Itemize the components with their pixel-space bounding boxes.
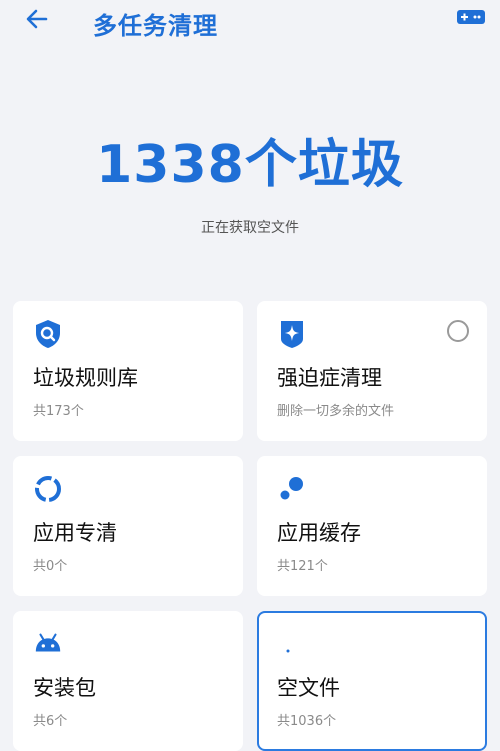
card-app-clean[interactable]: 应用专清 共0个	[13, 456, 243, 596]
ring-progress-icon	[33, 474, 63, 504]
card-ocd-clean[interactable]: 强迫症清理 删除一切多余的文件	[257, 301, 487, 441]
card-junk-rules[interactable]: 垃圾规则库 共173个	[13, 301, 243, 441]
back-arrow-icon	[26, 9, 48, 29]
junk-summary: 1338个垃圾 正在获取空文件	[0, 130, 500, 238]
card-subtitle: 删除一切多余的文件	[277, 404, 395, 419]
card-title: 应用专清	[33, 521, 117, 545]
back-button[interactable]	[20, 2, 54, 36]
dot-icon	[277, 629, 307, 659]
card-title: 安装包	[33, 676, 96, 700]
shield-search-icon	[33, 319, 63, 349]
card-title: 空文件	[277, 676, 340, 700]
card-subtitle: 共6个	[33, 714, 68, 729]
select-radio[interactable]	[447, 320, 469, 342]
android-icon	[33, 629, 63, 659]
card-title: 垃圾规则库	[33, 366, 138, 390]
card-subtitle: 共173个	[33, 404, 84, 419]
sparkle-shield-icon	[277, 319, 307, 349]
card-subtitle: 共0个	[33, 559, 68, 574]
app-header: 多任务清理	[0, 0, 500, 48]
card-title: 应用缓存	[277, 521, 361, 545]
page-title: 多任务清理	[93, 12, 218, 40]
card-install-packages[interactable]: 安装包 共6个	[13, 611, 243, 751]
card-subtitle: 共121个	[277, 559, 328, 574]
card-subtitle: 共1036个	[277, 714, 337, 729]
game-controller-icon	[457, 10, 485, 24]
game-mode-button[interactable]	[456, 6, 486, 28]
card-empty-files[interactable]: 空文件 共1036个	[257, 611, 487, 751]
card-app-cache[interactable]: 应用缓存 共121个	[257, 456, 487, 596]
card-title: 强迫症清理	[277, 366, 382, 390]
bubbles-icon	[277, 474, 307, 504]
junk-count: 1338个垃圾	[96, 135, 404, 195]
scan-status: 正在获取空文件	[201, 220, 299, 236]
